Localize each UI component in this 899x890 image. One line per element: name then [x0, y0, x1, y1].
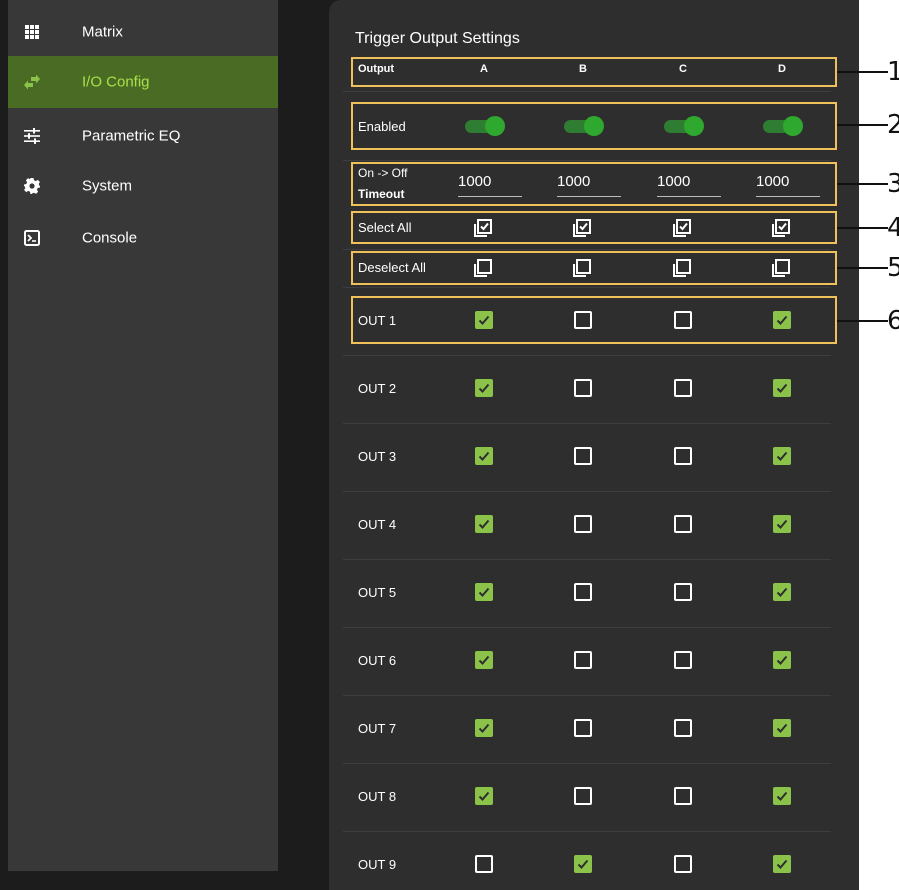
divider: [343, 287, 831, 288]
output-checkbox[interactable]: [475, 515, 493, 533]
output-checkbox[interactable]: [674, 719, 692, 737]
divider: [343, 160, 831, 161]
callout-line-1: [837, 71, 888, 73]
output-checkbox[interactable]: [674, 651, 692, 669]
output-checkbox[interactable]: [574, 583, 592, 601]
output-checkbox[interactable]: [574, 379, 592, 397]
divider: [343, 559, 831, 560]
output-checkbox[interactable]: [773, 515, 791, 533]
divider: [343, 423, 831, 424]
output-checkbox[interactable]: [773, 447, 791, 465]
output-row-label: OUT 4: [358, 517, 397, 532]
output-checkbox[interactable]: [674, 855, 692, 873]
callout-box-4: [351, 211, 837, 244]
output-checkbox[interactable]: [674, 583, 692, 601]
output-checkbox[interactable]: [574, 651, 592, 669]
callout-line-5: [837, 267, 888, 269]
output-checkbox[interactable]: [475, 651, 493, 669]
callout-number-3: 3: [887, 169, 899, 199]
output-checkbox[interactable]: [475, 447, 493, 465]
sidebar-item-label: System: [82, 177, 133, 195]
output-checkbox[interactable]: [773, 787, 791, 805]
output-checkbox[interactable]: [674, 379, 692, 397]
sidebar-item-matrix[interactable]: Matrix: [8, 6, 278, 58]
sidebar-item-io-config[interactable]: I/O Config: [8, 56, 278, 108]
sidebar-item-label: Parametric EQ: [82, 127, 181, 145]
output-checkbox[interactable]: [574, 787, 592, 805]
output-checkbox[interactable]: [574, 719, 592, 737]
output-row-label: OUT 9: [358, 857, 397, 872]
divider: [343, 831, 831, 832]
sidebar-item-system[interactable]: System: [8, 160, 278, 212]
output-row-label: OUT 5: [358, 585, 397, 600]
output-row-label: OUT 3: [358, 449, 397, 464]
output-checkbox[interactable]: [773, 379, 791, 397]
sidebar-item-parametric-eq[interactable]: Parametric EQ: [8, 110, 278, 162]
callout-box-5: [351, 251, 837, 285]
sliders-icon: [24, 128, 40, 144]
output-row-label: OUT 6: [358, 653, 397, 668]
divider: [343, 491, 831, 492]
output-checkbox[interactable]: [773, 583, 791, 601]
callout-box-3: [351, 162, 837, 206]
sidebar-item-label: Console: [82, 229, 138, 247]
callout-number-2: 2: [887, 110, 899, 140]
output-row-label: OUT 2: [358, 381, 397, 396]
callout-number-4: 4: [887, 213, 899, 243]
output-checkbox[interactable]: [475, 379, 493, 397]
sidebar-item-console[interactable]: Console: [8, 212, 278, 264]
page-title: Trigger Output Settings: [355, 30, 520, 47]
callout-box-6: [351, 296, 837, 344]
callout-number-5: 5: [887, 253, 899, 283]
callout-number-1: 1: [887, 57, 899, 87]
grid-icon: [25, 25, 39, 39]
output-checkbox[interactable]: [475, 855, 493, 873]
output-checkbox[interactable]: [674, 447, 692, 465]
gear-icon: [24, 178, 40, 194]
bottom-bar: [0, 871, 329, 890]
callout-number-6: 6: [887, 306, 899, 336]
callout-box-1: [351, 57, 837, 87]
divider: [343, 763, 831, 764]
divider: [343, 695, 831, 696]
output-checkbox[interactable]: [674, 787, 692, 805]
callout-line-6: [837, 320, 888, 322]
callout-box-2: [351, 102, 837, 150]
output-checkbox[interactable]: [574, 515, 592, 533]
swap-arrows-icon: [24, 74, 40, 90]
sidebar-item-label: I/O Config: [82, 73, 150, 91]
divider: [343, 91, 831, 92]
output-row-label: OUT 7: [358, 721, 397, 736]
output-checkbox[interactable]: [773, 651, 791, 669]
output-checkbox[interactable]: [574, 447, 592, 465]
callout-line-4: [837, 227, 888, 229]
callout-line-3: [837, 183, 888, 185]
divider: [343, 249, 831, 250]
output-checkbox[interactable]: [674, 515, 692, 533]
terminal-icon: [24, 230, 40, 246]
output-checkbox[interactable]: [475, 719, 493, 737]
callout-line-2: [837, 124, 888, 126]
sidebar: Matrix I/O Config Parametric EQ System C…: [8, 0, 278, 871]
output-checkbox[interactable]: [773, 855, 791, 873]
divider: [343, 355, 831, 356]
output-row-label: OUT 8: [358, 789, 397, 804]
output-checkbox[interactable]: [475, 787, 493, 805]
divider: [343, 627, 831, 628]
output-checkbox[interactable]: [475, 583, 493, 601]
output-checkbox[interactable]: [574, 855, 592, 873]
sidebar-item-label: Matrix: [82, 23, 123, 41]
output-checkbox[interactable]: [773, 719, 791, 737]
